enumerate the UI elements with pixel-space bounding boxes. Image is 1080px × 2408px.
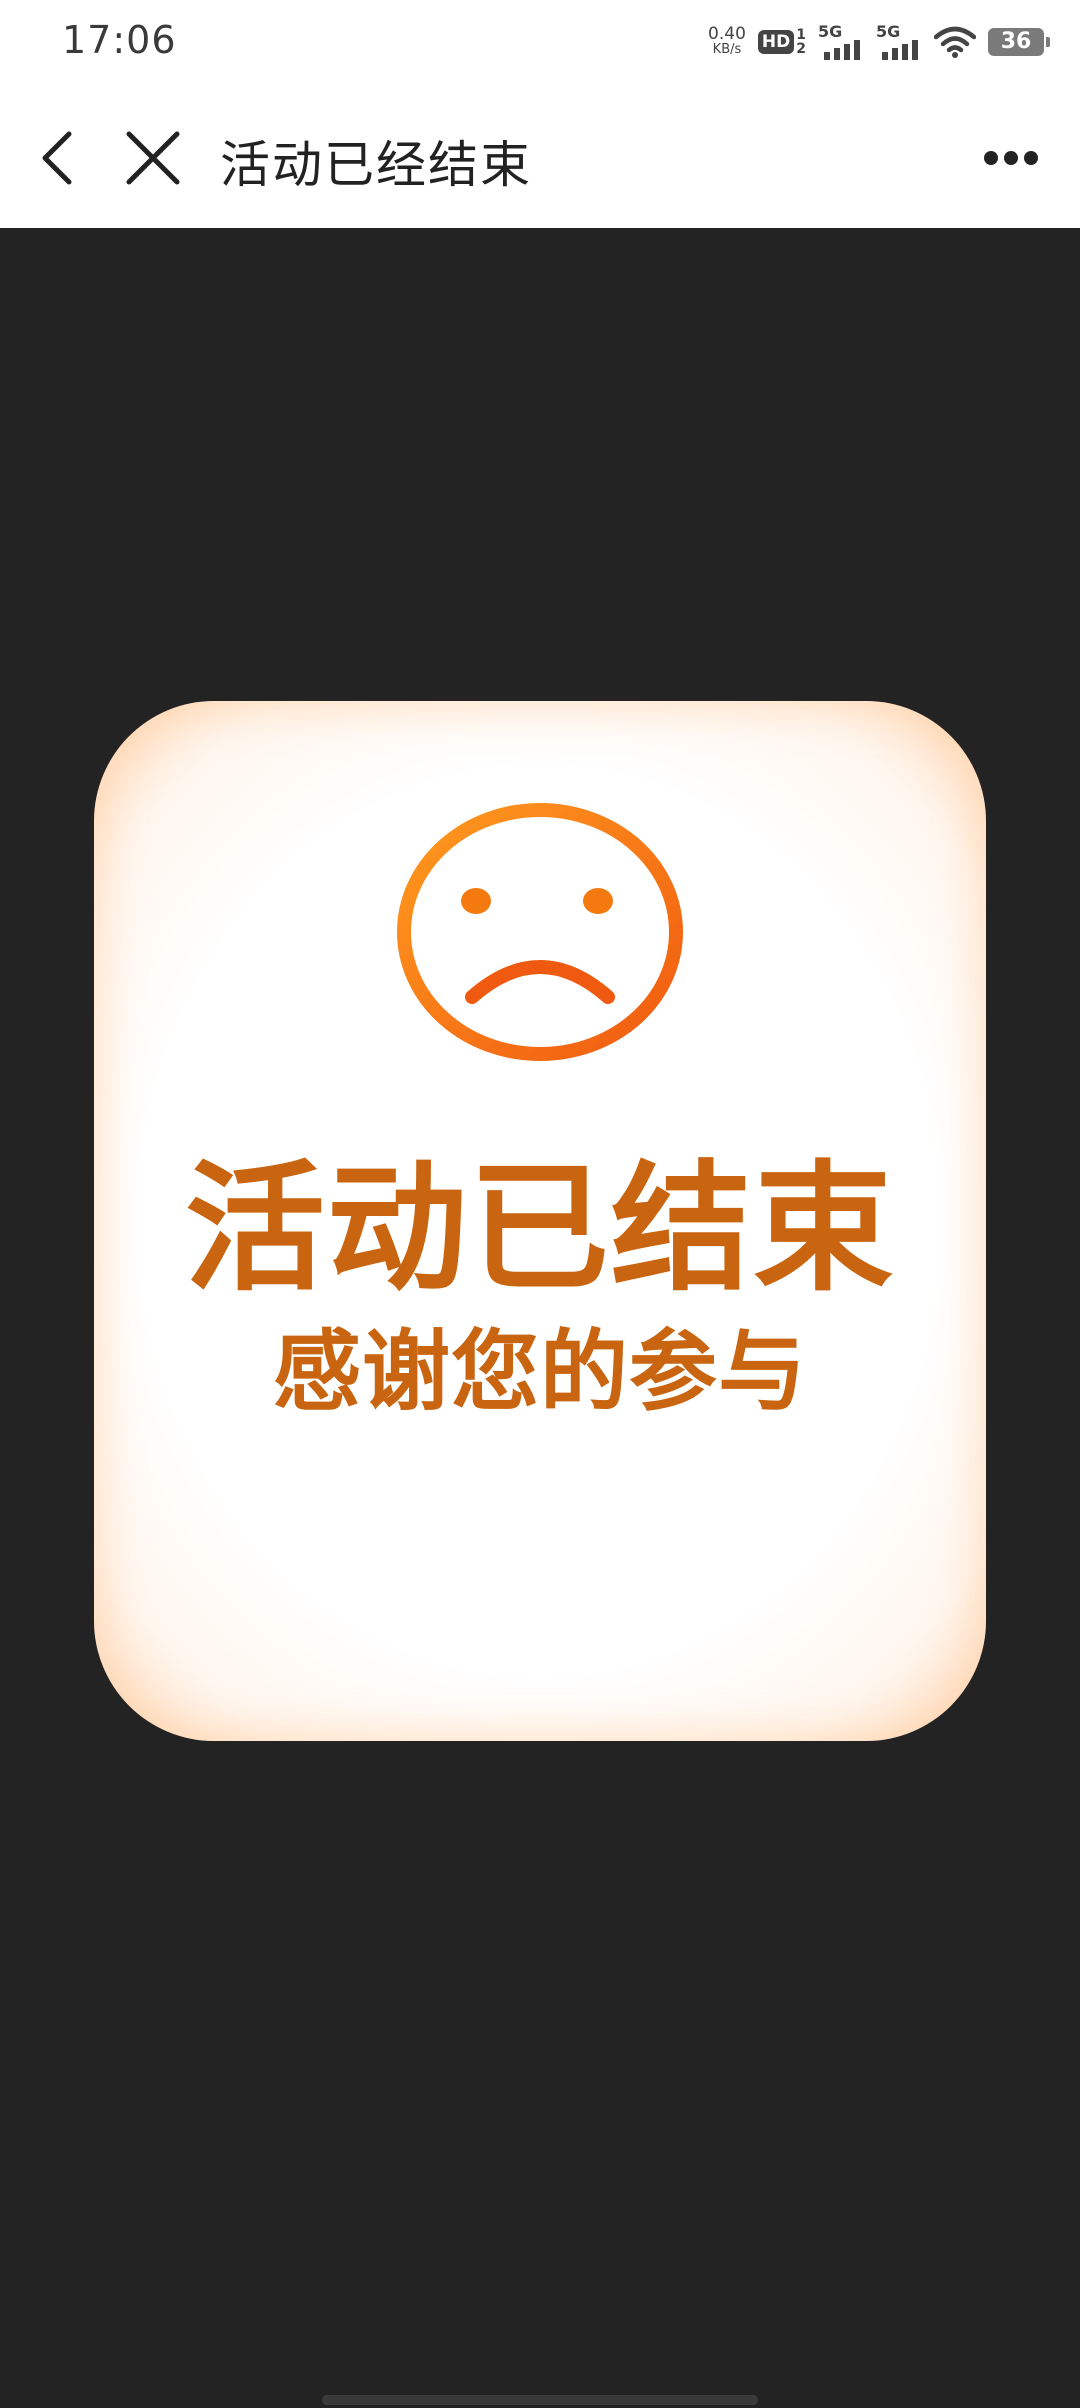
card-title: 活动已结束: [184, 1148, 895, 1311]
webview-content: 活动已结束 感谢您的参与: [0, 228, 1080, 2408]
battery-icon: 36: [988, 28, 1050, 56]
nav-bar: 活动已经结束: [0, 85, 1080, 229]
page-title: 活动已经结束: [220, 136, 532, 194]
more-options-button[interactable]: [966, 113, 1056, 203]
wifi-icon: [934, 26, 976, 58]
hd-sub-bottom: 2: [796, 41, 806, 57]
signal-5g-1-icon: 5G: [818, 22, 864, 62]
close-icon: [126, 131, 180, 185]
back-arrow-icon: [42, 131, 72, 185]
more-options-icon: [984, 151, 1038, 165]
signal-5g-2-icon: 5G: [876, 22, 922, 62]
network-speed-value: 0.40: [708, 24, 746, 44]
network-speed-unit: KB/s: [712, 42, 742, 57]
status-time: 17:06: [62, 18, 177, 62]
card-subtitle: 感谢您的参与: [272, 1320, 807, 1423]
hd-sub: 1 2: [796, 28, 806, 56]
sad-face-icon: [397, 803, 683, 1061]
battery-level: 36: [1000, 29, 1032, 54]
hd-label: HD: [757, 30, 795, 54]
hd-icon: HD 1 2: [757, 28, 806, 56]
close-button[interactable]: [108, 113, 198, 203]
network-speed: 0.40 KB/s: [708, 24, 746, 58]
status-icons: 0.40 KB/s HD 1 2 5G 5G 36: [708, 20, 1050, 64]
status-bar: 17:06 0.40 KB/s HD 1 2 5G 5G 36: [0, 0, 1080, 85]
home-indicator[interactable]: [322, 2395, 758, 2405]
event-ended-card: 活动已结束 感谢您的参与: [94, 701, 986, 1741]
hd-sub-top: 1: [796, 27, 806, 43]
back-button[interactable]: [12, 113, 102, 203]
